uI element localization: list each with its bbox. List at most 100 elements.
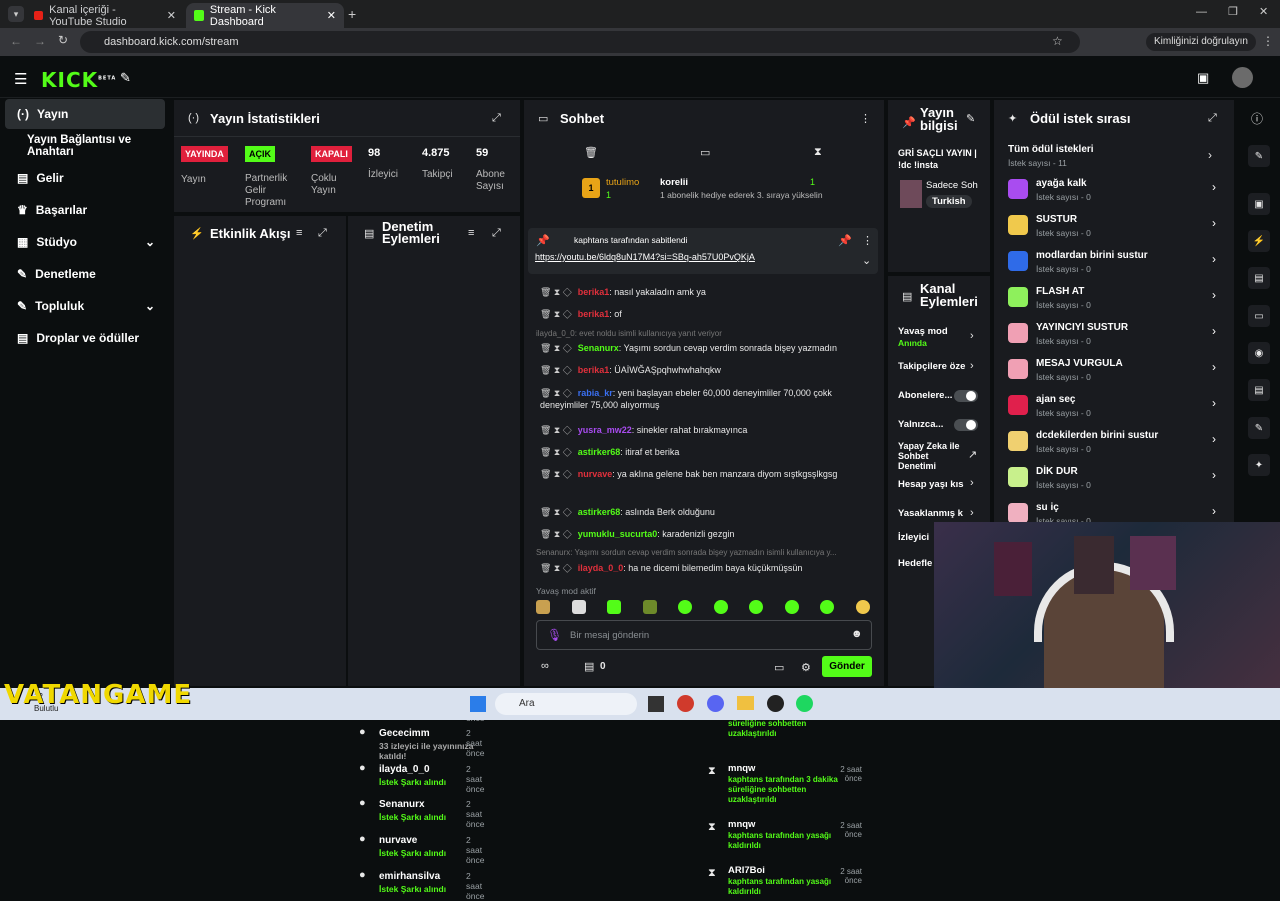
chevron-down-icon[interactable]: ⌄ xyxy=(862,254,871,267)
broadcast-icon[interactable]: ◉ xyxy=(1248,342,1270,364)
bookmark-star-icon[interactable]: ☆ xyxy=(1052,34,1063,48)
viewers-label[interactable]: İzleyici xyxy=(898,532,929,543)
hamburger-icon[interactable]: ☰ xyxy=(14,70,27,88)
reward-item[interactable]: SUSTUR İstek sayısı - 0 › xyxy=(1006,210,1226,244)
mod-tools-icon[interactable]: 🗑 ⧗ ◇ xyxy=(540,287,572,297)
reward-item[interactable]: ayağa kalk İstek sayısı - 0 › xyxy=(1006,174,1226,208)
expand-icon[interactable]: ⤢ xyxy=(492,227,501,240)
chat-username[interactable]: astirker68 xyxy=(578,447,621,457)
expand-icon[interactable]: ⤢ xyxy=(318,227,327,240)
emotes-only-toggle[interactable] xyxy=(954,419,978,431)
avatar[interactable] xyxy=(1232,67,1253,88)
obs-icon[interactable] xyxy=(767,695,784,712)
sidebar-item-revenue[interactable]: ▤ Gelir xyxy=(5,163,165,193)
chevron-right-icon[interactable]: › xyxy=(970,360,974,372)
subs-only-toggle[interactable] xyxy=(954,390,978,402)
expand-icon[interactable]: ⤢ xyxy=(492,112,501,125)
taskbar-search[interactable]: Ara xyxy=(495,693,637,715)
chat-icon[interactable]: ▭ xyxy=(1248,305,1270,327)
tab-kick-dashboard[interactable]: Stream - Kick Dashboard ✕ xyxy=(186,3,344,28)
windows-start-icon[interactable] xyxy=(470,696,486,712)
pin-tool-icon[interactable]: ✎ xyxy=(120,70,131,86)
chevron-right-icon[interactable]: › xyxy=(970,507,974,519)
reward-item[interactable]: YAYINCIYI SUSTUR İstek sayısı - 0 › xyxy=(1006,318,1226,352)
address-bar[interactable]: dashboard.kick.com/stream xyxy=(80,31,1080,53)
account-age-label[interactable]: Hesap yaşı kıs xyxy=(898,479,964,490)
menu-dots-icon[interactable]: ⋮ xyxy=(860,112,871,125)
activity-name[interactable]: Gececimm xyxy=(379,728,430,739)
emote-icon[interactable] xyxy=(749,600,764,614)
chat-username[interactable]: berika1 xyxy=(578,365,610,375)
gear-icon[interactable]: ⚙ xyxy=(801,661,811,674)
activity-name[interactable]: emirhansilva xyxy=(379,871,440,882)
chat-username[interactable]: berika1 xyxy=(578,287,610,297)
chat-username[interactable]: berika1 xyxy=(578,309,610,319)
activity-name[interactable]: ilayda_0_0 xyxy=(379,764,430,775)
chat-settings-icon[interactable]: ▭ xyxy=(774,661,784,674)
mod-tools-icon[interactable]: 🗑 ⧗ ◇ xyxy=(540,309,572,319)
sidebar-item-community[interactable]: ✎ Topluluk ⌄ xyxy=(5,291,165,321)
tab-youtube-studio[interactable]: Kanal içeriği - YouTube Studio ✕ xyxy=(26,3,184,28)
new-tab-button[interactable]: + xyxy=(348,6,356,22)
sidebar-item-stream[interactable]: (·) Yayın xyxy=(5,99,165,129)
reward-item[interactable]: DİK DUR İstek sayısı - 0 › xyxy=(1006,462,1226,496)
goals-label[interactable]: Hedefle xyxy=(898,558,932,569)
mod-tools-icon[interactable]: 🗑 ⧗ ◇ xyxy=(540,425,572,435)
emote-icon[interactable] xyxy=(820,600,835,614)
pencil-icon[interactable]: ✎ xyxy=(1248,145,1270,167)
sidebar-item-drops[interactable]: ▤ Droplar ve ödüller xyxy=(5,323,165,353)
mod-tools-icon[interactable]: 🗑 ⧗ ◇ xyxy=(540,343,572,353)
emote-icon[interactable] xyxy=(784,600,799,614)
forward-icon[interactable]: → xyxy=(34,34,46,48)
emote-icon[interactable] xyxy=(536,600,550,614)
chat-username[interactable]: yumuklu_sucurta0 xyxy=(578,529,658,539)
chat-username[interactable]: astirker68 xyxy=(578,507,621,517)
chat-input[interactable]: 🎙 Bir mesaj gönderin ☻ xyxy=(536,620,872,650)
tab-list-icon[interactable]: ▾ xyxy=(8,6,24,22)
close-icon[interactable]: ✕ xyxy=(327,9,336,22)
mod-tools-icon[interactable]: 🗑 ⧗ ◇ xyxy=(540,469,572,479)
external-link-icon[interactable]: ↗ xyxy=(968,448,977,461)
filter-icon[interactable]: ≡ xyxy=(296,227,302,239)
info-card-icon[interactable]: ▤ xyxy=(1248,379,1270,401)
chat-username[interactable]: Senanurx xyxy=(578,343,619,353)
mod-tools-icon[interactable]: 🗑 ⧗ ◇ xyxy=(540,447,572,457)
filter-icon[interactable]: ≡ xyxy=(468,227,474,239)
mic-icon[interactable]: 🎙 xyxy=(547,628,562,642)
info-icon[interactable]: ⓘ xyxy=(1251,110,1263,127)
reward-icon[interactable]: ✦ xyxy=(1248,454,1270,476)
menu-dots-icon[interactable]: ⋮ xyxy=(1262,34,1274,48)
discord-icon[interactable] xyxy=(707,695,724,712)
sidebar-item-moderation[interactable]: ✎ Denetleme xyxy=(5,259,165,289)
chevron-right-icon[interactable]: › xyxy=(970,477,974,489)
explorer-icon[interactable] xyxy=(648,696,664,712)
activity-name[interactable]: Senanurx xyxy=(379,799,425,810)
emote-icon[interactable] xyxy=(642,600,657,614)
mod-tools-icon[interactable]: 🗑 ⧗ ◇ xyxy=(540,365,572,375)
kick-logo[interactable]: KICKBETA xyxy=(41,68,116,92)
emote-icon[interactable] xyxy=(855,600,870,614)
chrome-icon[interactable] xyxy=(677,695,694,712)
banned-words-label[interactable]: Yasaklanmış k xyxy=(898,508,963,519)
close-icon[interactable]: ✕ xyxy=(167,9,176,22)
menu-dots-icon[interactable]: ⋮ xyxy=(862,234,873,247)
chevron-right-icon[interactable]: › xyxy=(1208,148,1212,162)
reward-item[interactable]: MESAJ VURGULA İstek sayısı - 0 › xyxy=(1006,354,1226,388)
activity-name[interactable]: nurvave xyxy=(379,835,417,846)
reward-item[interactable]: ajan seç İstek sayısı - 0 › xyxy=(1006,390,1226,424)
chat-username[interactable]: nurvave xyxy=(578,469,613,479)
moderation-name[interactable]: mnqw xyxy=(728,763,824,775)
infinity-icon[interactable]: ∞ xyxy=(541,660,549,672)
unpin-icon[interactable]: 📌 xyxy=(838,234,852,247)
gift-icon[interactable]: ▤ xyxy=(584,660,594,673)
emote-icon[interactable] xyxy=(678,600,693,614)
all-rewards-label[interactable]: Tüm ödül istekleri xyxy=(1008,144,1094,155)
hourglass-icon[interactable]: ⧗ xyxy=(814,146,822,159)
clipboard-icon[interactable]: ▤ xyxy=(1248,267,1270,289)
sidebar-item-studio[interactable]: ▦ Stüdyo ⌄ xyxy=(5,227,165,257)
chevron-right-icon[interactable]: › xyxy=(970,330,974,342)
followers-only-label[interactable]: Takipçilere öze xyxy=(898,361,965,372)
folder-icon[interactable] xyxy=(737,696,754,710)
moderation-name[interactable]: mnqw xyxy=(728,819,824,831)
spotify-icon[interactable] xyxy=(796,695,813,712)
